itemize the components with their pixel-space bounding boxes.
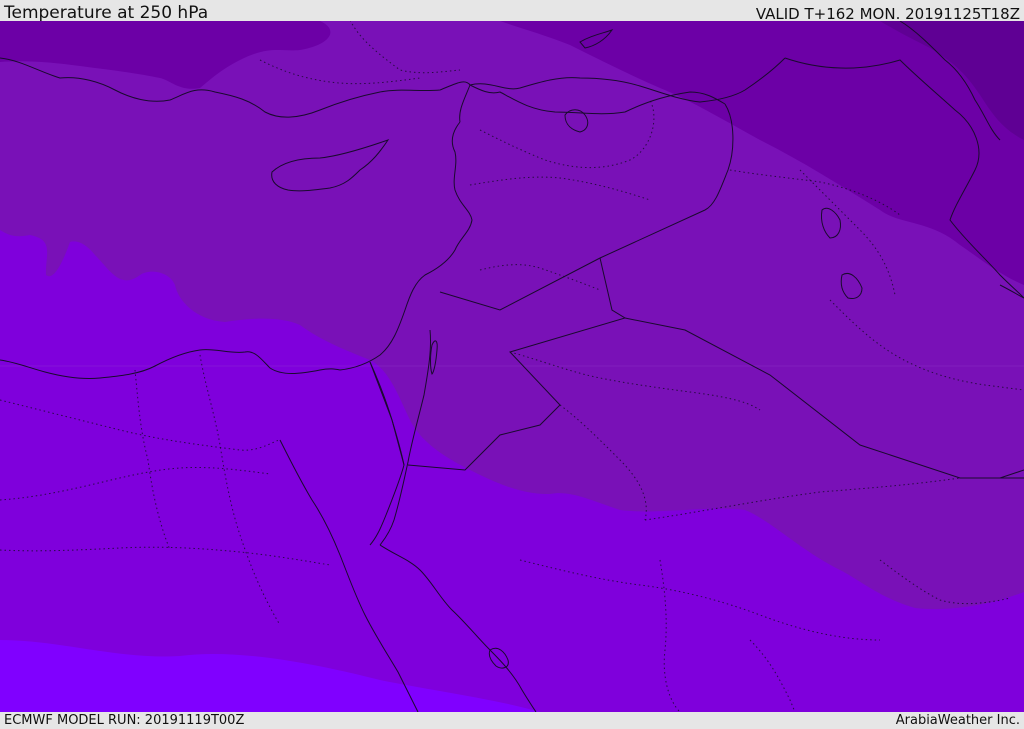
credit-label: ArabiaWeather Inc. (895, 713, 1020, 728)
weather-map[interactable] (0, 21, 1024, 712)
model-run-label: ECMWF MODEL RUN: 20191119T00Z (4, 713, 245, 728)
footer-bar: ECMWF MODEL RUN: 20191119T00Z ArabiaWeat… (0, 712, 1024, 729)
map-title: Temperature at 250 hPa (4, 3, 209, 23)
header-bar: Temperature at 250 hPa VALID T+162 MON. … (0, 0, 1024, 23)
map-canvas (0, 21, 1024, 712)
